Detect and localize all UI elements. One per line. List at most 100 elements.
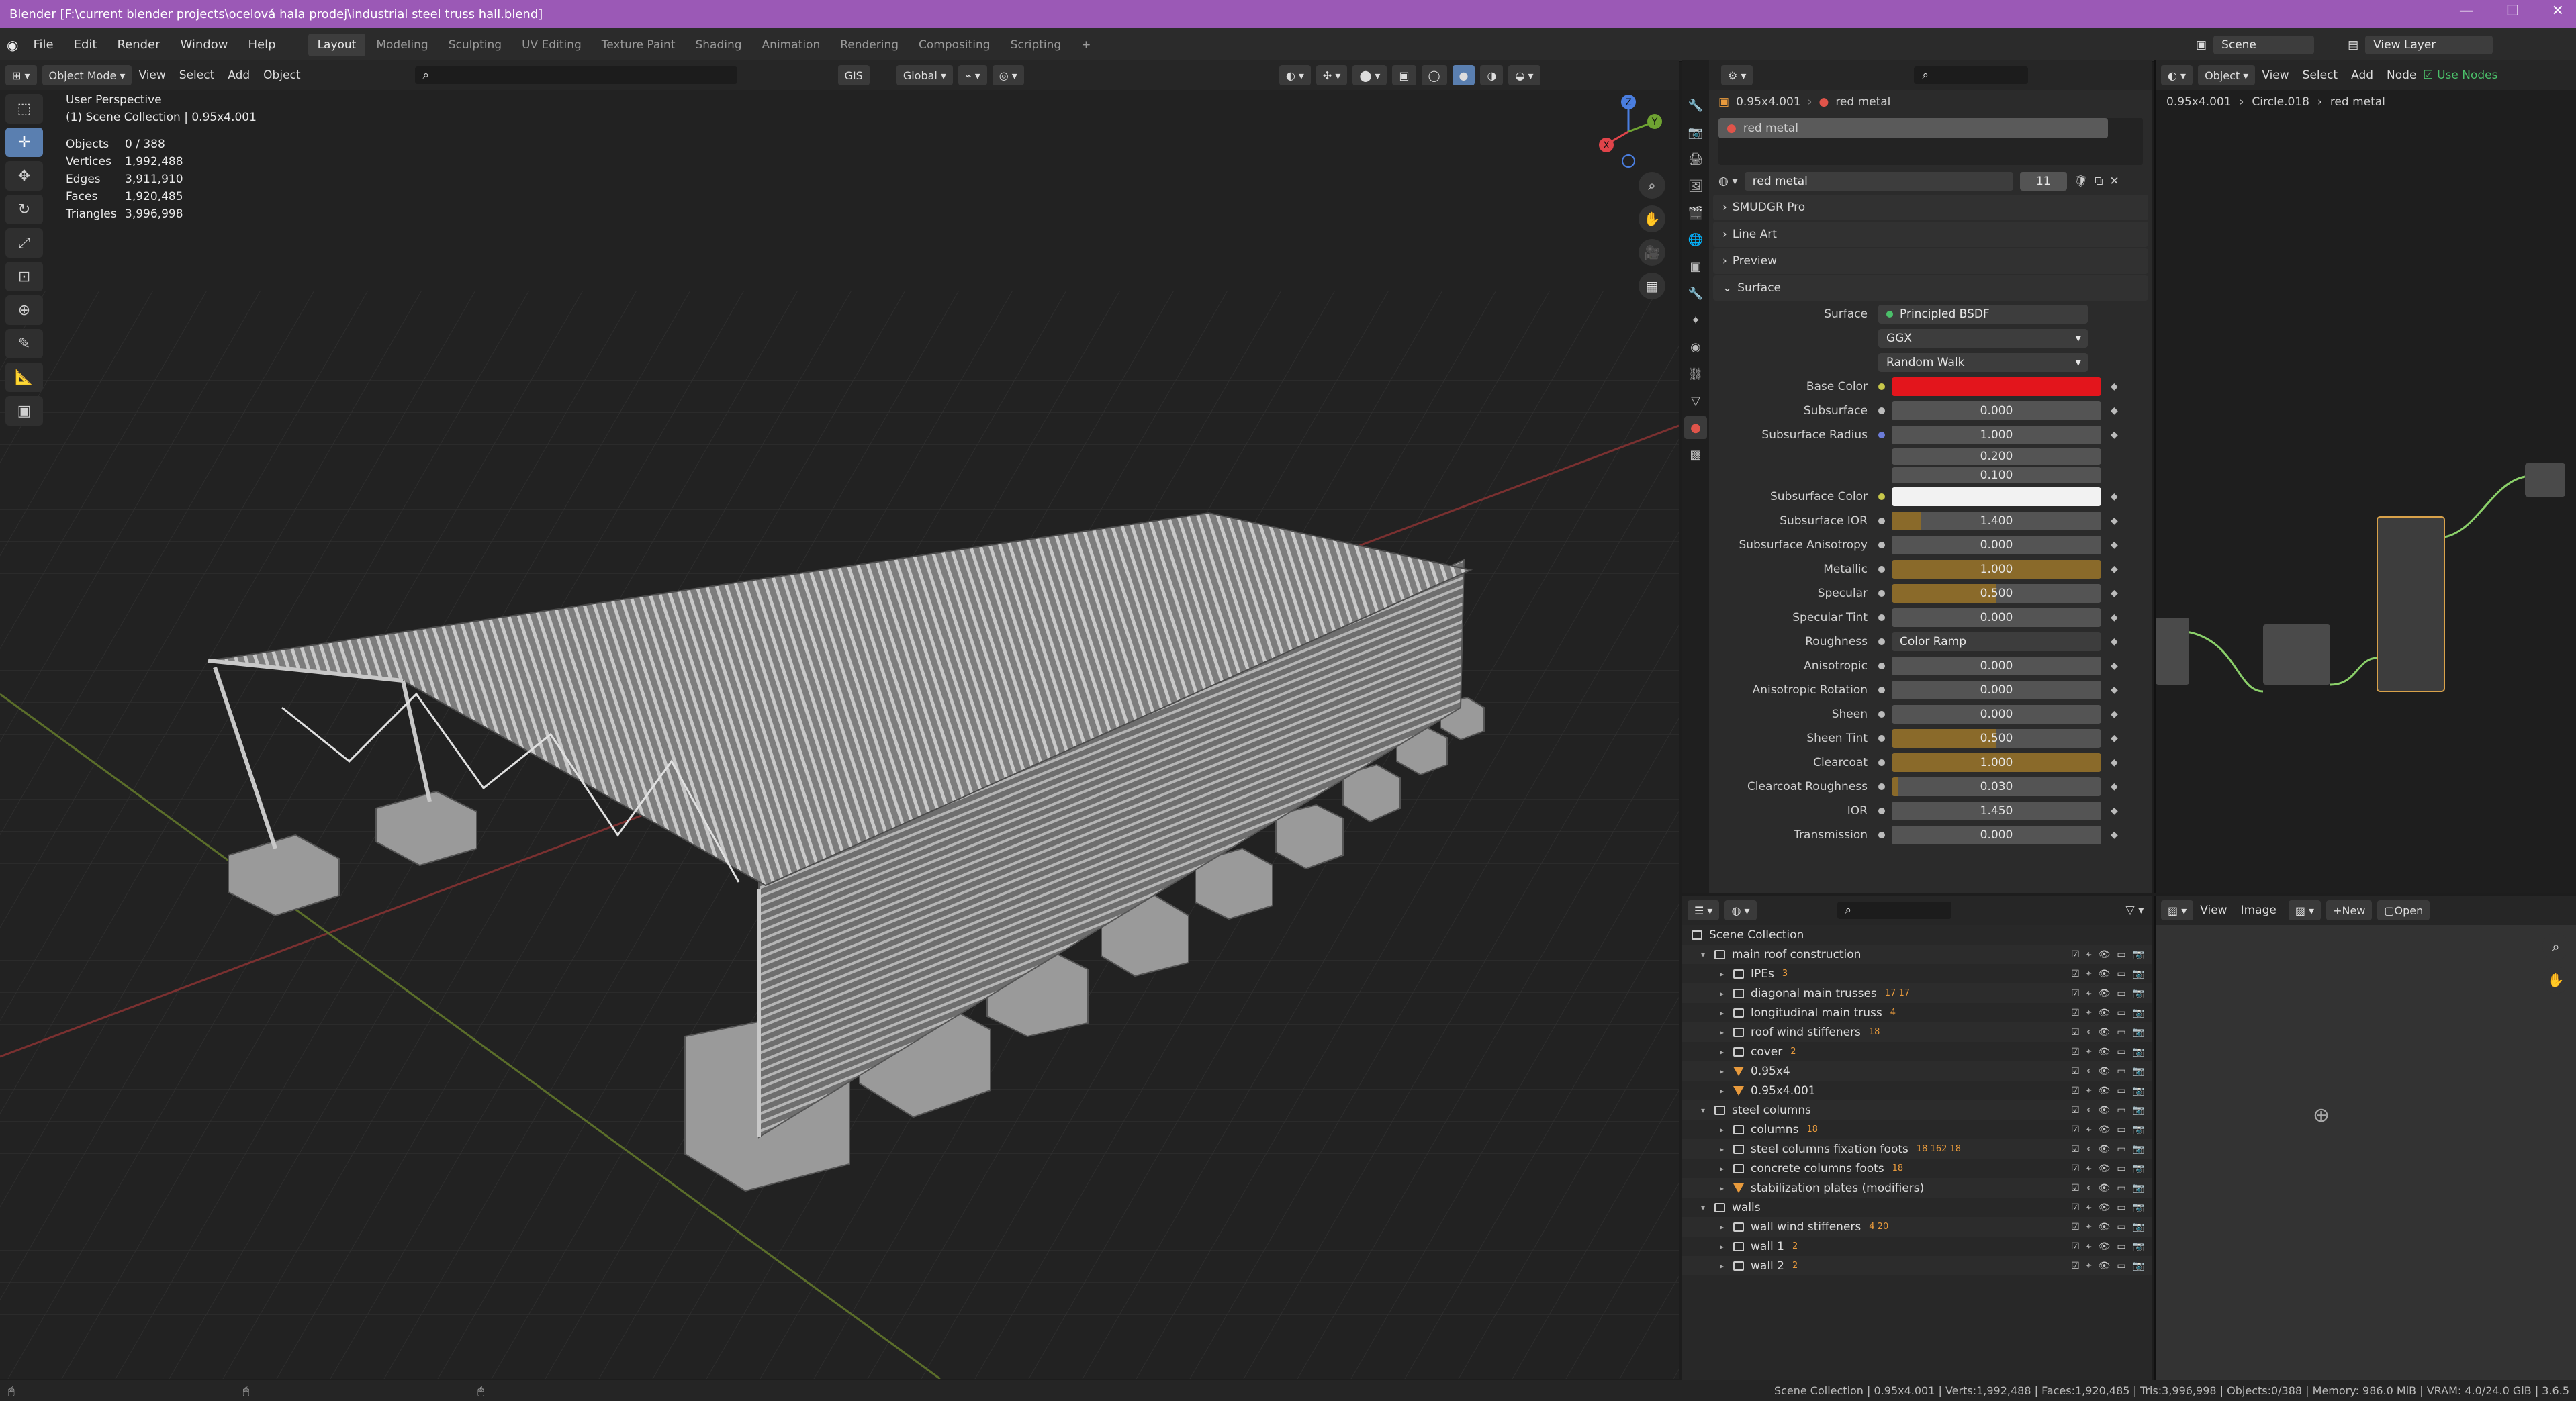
viewport-toggle-icon[interactable]: ▭ (2117, 1222, 2125, 1233)
bsdf-field-subsurface[interactable]: 0.000 (1892, 401, 2101, 420)
outliner-display-mode[interactable]: ◍ ▾ (1724, 900, 1757, 920)
socket-icon[interactable] (1878, 638, 1885, 645)
outliner-item-roof-wind-stiffeners[interactable]: ▸ roof wind stiffeners 18 ☑ ⌖ 👁 ▭ 📷 (1682, 1022, 2152, 1042)
expand-toggle-icon[interactable]: ▾ (1701, 1106, 1710, 1115)
exclude-checkbox[interactable]: ☑ (2071, 1144, 2080, 1155)
navigation-gizmo[interactable]: Z Y X (1592, 91, 1665, 172)
render-toggle-icon[interactable]: 📷 (2133, 1261, 2144, 1271)
outliner-item-wall-2[interactable]: ▸ wall 2 2 ☑ ⌖ 👁 ▭ 📷 (1682, 1256, 2152, 1275)
output-tab-icon[interactable]: 🖨 (1684, 148, 1707, 171)
3d-viewport[interactable] (0, 90, 1679, 1379)
distribution-dropdown[interactable]: GGX ▾ (1878, 329, 2088, 348)
exclude-checkbox[interactable]: ☑ (2071, 1047, 2080, 1057)
expand-toggle-icon[interactable]: ▸ (1720, 1028, 1729, 1037)
keyframe-icon[interactable]: ◆ (2111, 612, 2118, 623)
select-toggle-icon[interactable]: ⌖ (2086, 1241, 2092, 1252)
render-toggle-icon[interactable]: 📷 (2133, 1124, 2144, 1135)
select-toggle-icon[interactable]: ⌖ (2086, 1066, 2092, 1077)
scale-tool[interactable]: ⤢ (5, 228, 43, 258)
proportional-edit-button[interactable]: ◎ ▾ (992, 65, 1024, 85)
keyframe-icon[interactable]: ◆ (2111, 540, 2118, 550)
bsdf-field-subsurface-radius[interactable]: 1.000 (1892, 426, 2101, 444)
viewport-toggle-icon[interactable]: ▭ (2117, 1066, 2125, 1077)
minimize-icon[interactable]: — (2459, 3, 2474, 19)
render-toggle-icon[interactable]: 📷 (2133, 1222, 2144, 1233)
bsdf-field-ior[interactable]: 1.450 (1892, 802, 2101, 820)
cad-tool[interactable]: ⊕ (5, 295, 43, 325)
socket-icon[interactable] (1878, 711, 1885, 718)
socket-icon[interactable] (1878, 566, 1885, 573)
scene-selector[interactable]: Scene (2213, 35, 2315, 54)
socket-icon[interactable] (1878, 542, 1885, 548)
tab-modeling[interactable]: Modeling (367, 34, 437, 56)
node-menu-node[interactable]: Node (2380, 68, 2423, 82)
visibility-eye-icon[interactable]: 👁 (2099, 1222, 2111, 1233)
node-principled-bsdf[interactable] (2377, 516, 2445, 692)
visibility-eye-icon[interactable]: 👁 (2099, 1163, 2111, 1174)
outliner-search-input[interactable]: ⌕ (1837, 902, 1951, 919)
expand-toggle-icon[interactable]: ▸ (1720, 1047, 1729, 1057)
render-toggle-icon[interactable]: 📷 (2133, 1085, 2144, 1096)
keyframe-icon[interactable]: ◆ (2111, 830, 2118, 840)
tab-shading[interactable]: Shading (686, 34, 751, 56)
render-toggle-icon[interactable]: 📷 (2133, 1144, 2144, 1155)
viewport-menu-add[interactable]: Add (221, 68, 257, 82)
node-crumb-material[interactable]: red metal (2330, 95, 2385, 109)
bsdf-field-transmission[interactable]: 0.000 (1892, 826, 2101, 844)
visibility-eye-icon[interactable]: 👁 (2099, 949, 2111, 960)
bsdf-field-roughness[interactable]: Color Ramp (1892, 632, 2101, 651)
outliner-item-0-95x4[interactable]: ▸ 0.95x4 ☑ ⌖ 👁 ▭ 📷 (1682, 1061, 2152, 1081)
node-color-ramp[interactable] (2263, 624, 2330, 685)
bsdf-field-clearcoat-roughness[interactable]: 0.030 (1892, 777, 2101, 796)
outliner-item-diagonal-main-trusses[interactable]: ▸ diagonal main trusses 17 17 ☑ ⌖ 👁 ▭ 📷 (1682, 983, 2152, 1003)
use-nodes-checkbox[interactable]: ☑ Use Nodes (2423, 68, 2497, 82)
viewport-toggle-icon[interactable]: ▭ (2117, 1008, 2125, 1018)
render-toggle-icon[interactable]: 📷 (2133, 1047, 2144, 1057)
visibility-eye-icon[interactable]: 👁 (2099, 1085, 2111, 1096)
visibility-eye-icon[interactable]: 👁 (2099, 1241, 2111, 1252)
menu-edit[interactable]: Edit (68, 34, 103, 56)
expand-toggle-icon[interactable]: ▸ (1720, 1222, 1729, 1232)
outliner-item-longitudinal-main-truss[interactable]: ▸ longitudinal main truss 4 ☑ ⌖ 👁 ▭ 📷 (1682, 1003, 2152, 1022)
select-toggle-icon[interactable]: ⌖ (2086, 1008, 2092, 1018)
object-tab-icon[interactable]: ▣ (1684, 255, 1707, 278)
visibility-eye-icon[interactable]: 👁 (2099, 1047, 2111, 1057)
ortho-grid-icon[interactable]: ▦ (1639, 273, 1665, 299)
measure-tool[interactable]: 📐 (5, 363, 43, 392)
visibility-eye-icon[interactable]: 👁 (2099, 1027, 2111, 1038)
expand-toggle-icon[interactable]: ▸ (1720, 1008, 1729, 1018)
outliner-item-main-roof-construction[interactable]: ▾ main roof construction ☑ ⌖ 👁 ▭ 📷 (1682, 945, 2152, 964)
viewport-toggle-icon[interactable]: ▭ (2117, 1241, 2125, 1252)
bsdf-field-specular-tint[interactable]: 0.000 (1892, 608, 2101, 627)
select-toggle-icon[interactable]: ⌖ (2086, 1105, 2092, 1116)
image-browse[interactable]: ▨ ▾ (2288, 900, 2321, 920)
bsdf-field-sheen[interactable]: 0.000 (1892, 705, 2101, 724)
node-crumb-object[interactable]: 0.95x4.001 (2166, 95, 2232, 109)
keyframe-icon[interactable]: ◆ (2111, 430, 2118, 440)
panel-surface[interactable]: ⌄ Surface (1713, 275, 2148, 301)
shading-solid[interactable]: ● (1452, 65, 1475, 85)
expand-toggle-icon[interactable]: ▸ (1720, 969, 1729, 979)
render-tab-icon[interactable]: 📷 (1684, 121, 1707, 144)
props-editor-type[interactable]: ⚙ ▾ (1721, 65, 1753, 85)
new-image-button[interactable]: + New (2326, 900, 2373, 920)
outliner-item-concrete-columns-foots[interactable]: ▸ concrete columns foots 18 ☑ ⌖ 👁 ▭ 📷 (1682, 1159, 2152, 1178)
panel-preview[interactable]: › Preview (1713, 248, 2148, 274)
material-users-count[interactable]: 11 (2019, 172, 2067, 191)
bsdf-field-subsurface-color[interactable] (1892, 487, 2101, 506)
breadcrumb-object[interactable]: 0.95x4.001 (1736, 95, 1801, 109)
open-image-button[interactable]: ▢ Open (2377, 900, 2430, 920)
viewport-menu-object[interactable]: Object (257, 68, 307, 82)
visibility-eye-icon[interactable]: 👁 (2099, 1124, 2111, 1135)
socket-icon[interactable] (1878, 493, 1885, 500)
exclude-checkbox[interactable]: ☑ (2071, 1105, 2080, 1116)
editor-type-button[interactable]: ⊞ ▾ (5, 65, 37, 85)
exclude-checkbox[interactable]: ☑ (2071, 1085, 2080, 1096)
visibility-eye-icon[interactable]: 👁 (2099, 1261, 2111, 1271)
view-layer-tab-icon[interactable]: 🖼 (1684, 175, 1707, 197)
shader-node-editor[interactable]: ◐ ▾ Object ▾ View Select Add Node ☑ Use … (2154, 60, 2576, 893)
node-texture[interactable] (2156, 618, 2189, 685)
subsurface-radius-component[interactable]: 0.100 (1892, 467, 2101, 483)
tab-compositing[interactable]: Compositing (909, 34, 1000, 56)
keyframe-icon[interactable]: ◆ (2111, 733, 2118, 744)
